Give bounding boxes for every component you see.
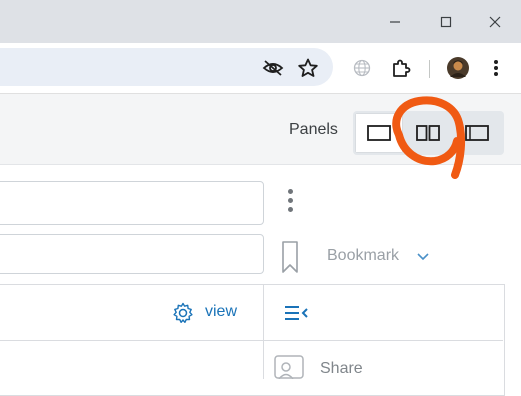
eye-slash-icon xyxy=(262,60,284,76)
extension-globe-icon xyxy=(353,59,371,77)
minimize-button[interactable] xyxy=(372,0,418,43)
collapse-list-button[interactable] xyxy=(283,302,309,324)
secondary-input[interactable] xyxy=(0,234,264,274)
view-settings-button[interactable] xyxy=(171,301,195,325)
avatar[interactable] xyxy=(446,56,470,80)
bookmark-dropdown[interactable] xyxy=(415,250,431,264)
more-vert-icon xyxy=(494,60,498,76)
share-icon xyxy=(274,355,304,379)
toolbar-separator xyxy=(429,60,430,78)
close-button[interactable] xyxy=(472,0,518,43)
avatar-image xyxy=(447,57,469,79)
chevron-down-icon xyxy=(417,253,429,261)
close-icon xyxy=(489,16,501,27)
minimize-icon xyxy=(390,20,400,23)
list-collapse-icon xyxy=(285,306,308,320)
panels-label: Panels xyxy=(289,121,338,138)
maximize-icon xyxy=(440,16,452,27)
extensions-button[interactable] xyxy=(388,55,414,81)
bookmark-button[interactable] xyxy=(279,239,301,275)
card-row-divider xyxy=(0,340,503,341)
card-divider xyxy=(263,284,264,379)
more-options-icon[interactable] xyxy=(286,189,294,217)
share-button[interactable] xyxy=(272,353,306,379)
eye-slash-button[interactable] xyxy=(260,56,286,80)
star-icon xyxy=(298,58,318,77)
puzzle-icon xyxy=(393,59,411,77)
side-panel-icon xyxy=(465,125,489,141)
browser-menu-button[interactable] xyxy=(486,56,506,80)
maximize-button[interactable] xyxy=(423,0,469,43)
gear-icon xyxy=(173,302,193,323)
bookmark-label[interactable]: Bookmark xyxy=(327,247,399,265)
bookmark-icon xyxy=(282,241,298,273)
extension-button[interactable] xyxy=(350,56,374,80)
annotation-circle xyxy=(392,96,466,179)
bookmark-star-button[interactable] xyxy=(295,55,321,81)
share-label[interactable]: Share xyxy=(320,360,363,378)
primary-input[interactable] xyxy=(0,181,264,225)
view-label[interactable]: view xyxy=(205,303,237,321)
